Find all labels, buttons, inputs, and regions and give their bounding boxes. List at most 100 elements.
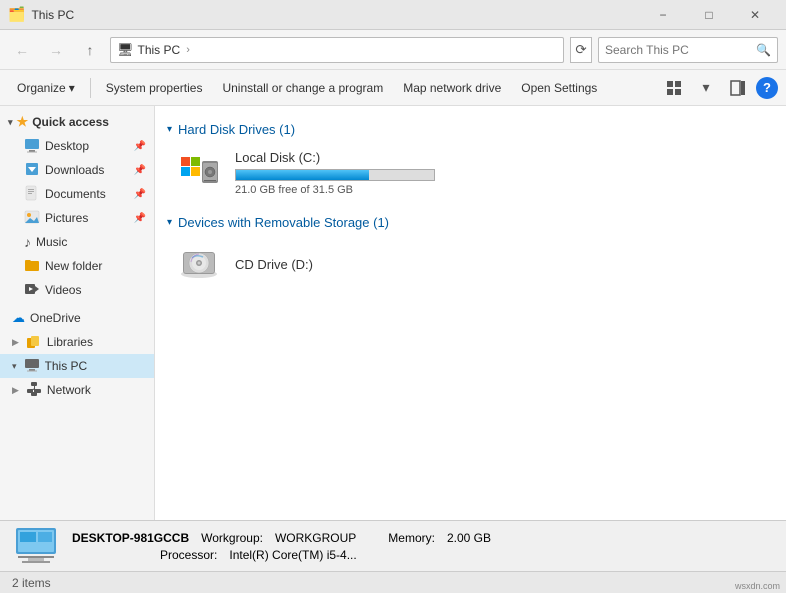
local-disk-space: 21.0 GB free of 31.5 GB	[235, 184, 766, 196]
hard-disk-section-header[interactable]: ▾ Hard Disk Drives (1)	[167, 122, 774, 137]
sidebar-item-pictures[interactable]: Pictures 📌	[0, 206, 154, 230]
network-icon	[26, 381, 42, 400]
view-grid-icon	[666, 80, 682, 96]
search-box[interactable]: 🔍	[598, 37, 778, 63]
items-count-bar: 2 items wsxdn.com	[0, 571, 786, 593]
sidebar-item-thispc[interactable]: ▾ This PC	[0, 354, 154, 378]
system-properties-button[interactable]: System properties	[97, 74, 212, 102]
title-bar: 🗂️ This PC − □ ✕	[0, 0, 786, 30]
path-icon: 🖥	[117, 42, 134, 58]
cd-drive-icon	[175, 242, 223, 290]
sidebar-item-desktop[interactable]: Desktop 📌	[0, 134, 154, 158]
local-disk-bar-container	[235, 169, 435, 181]
status-computer-details: DESKTOP-981GCCB Workgroup: WORKGROUP Mem…	[72, 531, 491, 562]
music-label: Music	[36, 235, 146, 249]
sidebar-item-downloads[interactable]: Downloads 📌	[0, 158, 154, 182]
path-text: This PC	[138, 43, 181, 57]
view-chevron-button[interactable]: ▾	[692, 74, 720, 102]
sidebar-item-network[interactable]: ▶ Network	[0, 378, 154, 402]
removable-section-header[interactable]: ▾ Devices with Removable Storage (1)	[167, 215, 774, 230]
onedrive-icon: ☁	[12, 310, 25, 326]
search-icon: 🔍	[756, 43, 771, 57]
hard-disk-chevron: ▾	[167, 124, 172, 135]
sidebar-item-onedrive[interactable]: ☁ OneDrive	[0, 306, 154, 330]
uninstall-button[interactable]: Uninstall or change a program	[213, 74, 392, 102]
path-chevron: ›	[186, 44, 190, 56]
sidebar-item-libraries[interactable]: ▶ Libraries	[0, 330, 154, 354]
memory-label: Memory:	[388, 531, 435, 545]
videos-label: Videos	[45, 283, 146, 297]
forward-button[interactable]: →	[42, 36, 70, 64]
address-bar: ← → ↑ 🖥 This PC › ⟳ 🔍	[0, 30, 786, 70]
pane-icon	[730, 80, 746, 96]
title-bar-controls: − □ ✕	[640, 0, 778, 30]
new-folder-label: New folder	[45, 259, 146, 273]
cd-drive-item[interactable]: CD Drive (D:)	[167, 236, 774, 296]
sidebar-item-new-folder[interactable]: New folder	[0, 254, 154, 278]
local-disk-item[interactable]: Local Disk (C:) 21.0 GB free of 31.5 GB	[167, 143, 774, 203]
status-bar-wrapper: DESKTOP-981GCCB Workgroup: WORKGROUP Mem…	[0, 520, 786, 593]
libraries-icon	[26, 333, 42, 352]
help-button[interactable]: ?	[756, 77, 778, 99]
local-disk-info: Local Disk (C:) 21.0 GB free of 31.5 GB	[235, 150, 766, 196]
preview-pane-button[interactable]	[724, 74, 752, 102]
sidebar-item-music[interactable]: ♪ Music	[0, 230, 154, 254]
workgroup-value: WORKGROUP	[275, 531, 356, 545]
removable-chevron: ▾	[167, 217, 172, 228]
cd-drive-info: CD Drive (D:)	[235, 257, 766, 276]
pictures-label: Pictures	[45, 211, 129, 225]
thispc-label: This PC	[45, 359, 146, 373]
network-label: Network	[47, 383, 146, 397]
hard-disk-title: Hard Disk Drives (1)	[178, 122, 295, 137]
title-bar-left: 🗂️ This PC	[8, 6, 74, 23]
thispc-chevron: ▾	[12, 361, 17, 372]
address-path[interactable]: 🖥 This PC ›	[110, 37, 564, 63]
main-area: ▾ ★ Quick access Desktop 📌 Downloads 📌 D…	[0, 106, 786, 520]
close-button[interactable]: ✕	[732, 0, 778, 30]
quick-access-section[interactable]: ▾ ★ Quick access	[0, 110, 154, 134]
documents-pin: 📌	[134, 189, 146, 200]
sidebar-item-documents[interactable]: Documents 📌	[0, 182, 154, 206]
downloads-icon	[24, 161, 40, 180]
maximize-button[interactable]: □	[686, 0, 732, 30]
videos-icon	[24, 281, 40, 300]
toolbar-right: ▾ ?	[660, 74, 778, 102]
sidebar-item-videos[interactable]: Videos	[0, 278, 154, 302]
workgroup-label: Workgroup:	[201, 531, 263, 545]
documents-icon	[24, 185, 40, 204]
cd-svg	[175, 242, 223, 290]
thispc-icon	[24, 357, 40, 376]
organize-button[interactable]: Organize ▾	[8, 74, 84, 102]
sidebar: ▾ ★ Quick access Desktop 📌 Downloads 📌 D…	[0, 106, 155, 520]
processor-value: Intel(R) Core(TM) i5-4...	[229, 548, 356, 562]
music-icon: ♪	[24, 234, 31, 250]
hdd-svg	[175, 149, 223, 197]
up-button[interactable]: ↑	[76, 36, 104, 64]
star-icon: ★	[17, 114, 29, 130]
pictures-pin: 📌	[134, 213, 146, 224]
wsxdn-badge: wsxdn.com	[735, 581, 780, 591]
network-chevron: ▶	[12, 385, 19, 396]
pictures-icon	[24, 209, 40, 228]
search-input[interactable]	[605, 43, 752, 57]
organize-chevron: ▾	[69, 81, 75, 95]
toolbar: Organize ▾ System properties Uninstall o…	[0, 70, 786, 106]
minimize-button[interactable]: −	[640, 0, 686, 30]
back-button[interactable]: ←	[8, 36, 36, 64]
view-options-button[interactable]	[660, 74, 688, 102]
items-count: 2 items	[12, 576, 51, 590]
memory-value: 2.00 GB	[447, 531, 491, 545]
status-row-1: DESKTOP-981GCCB Workgroup: WORKGROUP Mem…	[72, 531, 491, 545]
toolbar-separator-1	[90, 78, 91, 98]
removable-title: Devices with Removable Storage (1)	[178, 215, 389, 230]
downloads-label: Downloads	[45, 163, 129, 177]
refresh-button[interactable]: ⟳	[570, 37, 592, 63]
desktop-pin: 📌	[134, 141, 146, 152]
map-network-drive-button[interactable]: Map network drive	[394, 74, 510, 102]
content-area: ▾ Hard Disk Drives (1)	[155, 106, 786, 520]
open-settings-button[interactable]: Open Settings	[512, 74, 606, 102]
libraries-label: Libraries	[47, 335, 146, 349]
quick-access-label: Quick access	[32, 115, 109, 129]
status-bar-content: DESKTOP-981GCCB Workgroup: WORKGROUP Mem…	[0, 521, 786, 571]
onedrive-label: OneDrive	[30, 311, 146, 325]
